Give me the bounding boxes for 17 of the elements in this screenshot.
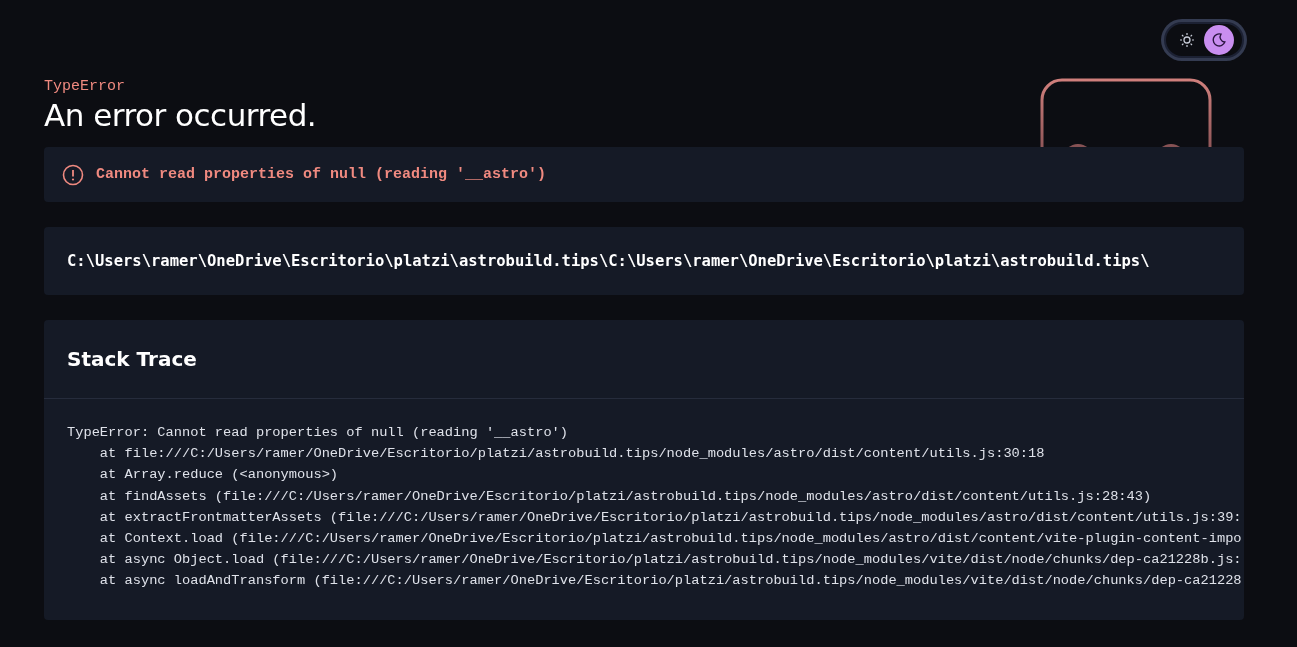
error-type: TypeError <box>44 78 125 95</box>
stack-trace-title: Stack Trace <box>67 347 197 371</box>
stack-trace-line: at Context.load (file:///C:/Users/ramer/OneDrive/Escritorio/platzi/astrobuild.tips/node_modules/astro/dist/content/vite-plugin-content-impo <box>98 530 1242 547</box>
stack-trace-line: at async loadAndTransform (file:///C:/Users/ramer/OneDrive/Escritorio/platzi/astrobuild.tips/node_modules/vite/dist/node/chunks/dep-ca21228 <box>98 573 1242 590</box>
stack-trace-line: TypeError: Cannot read properties of null (reading '__astro') <box>67 425 569 441</box>
moon-icon[interactable] <box>1211 32 1227 48</box>
stack-trace-line: at Array.reduce (<anonymous>) <box>98 467 339 484</box>
stack-trace-line: at extractFrontmatterAssets (file:///C:/Users/ramer/OneDrive/Escritorio/platzi/astrobuild.tips/node_modules/astro/dist/content/utils.js:39: <box>98 509 1242 526</box>
stack-trace-line: at async Object.load (file:///C:/Users/ramer/OneDrive/Escritorio/platzi/astrobuild.tips/node_modules/vite/dist/node/chunks/dep-ca21228b.js: <box>98 552 1242 568</box>
error-title: An error occurred. <box>44 97 317 133</box>
stack-trace-line: at file:///C:/Users/ramer/OneDrive/Escritorio/platzi/astrobuild.tips/node_modules/astro/dist/content/utils.js:30:18 <box>98 446 1045 462</box>
error-message: Cannot read properties of null (reading '__astro') <box>96 166 547 183</box>
theme-toggle[interactable] <box>1164 22 1244 58</box>
alert-icon <box>62 163 84 186</box>
file-path: C:\Users\ramer\OneDrive\Escritorio\platzi\astrobuild.tips\C:\Users\ramer\OneDrive\Escritorio\platzi\astrobuild.tips\ <box>67 252 1150 270</box>
stack-trace-line: at findAssets (file:///C:/Users/ramer/OneDrive/Escritorio/platzi/astrobuild.tips/node_modules/astro/dist/content/utils.js:28:43) <box>98 488 1152 505</box>
sun-icon[interactable] <box>1179 32 1195 48</box>
